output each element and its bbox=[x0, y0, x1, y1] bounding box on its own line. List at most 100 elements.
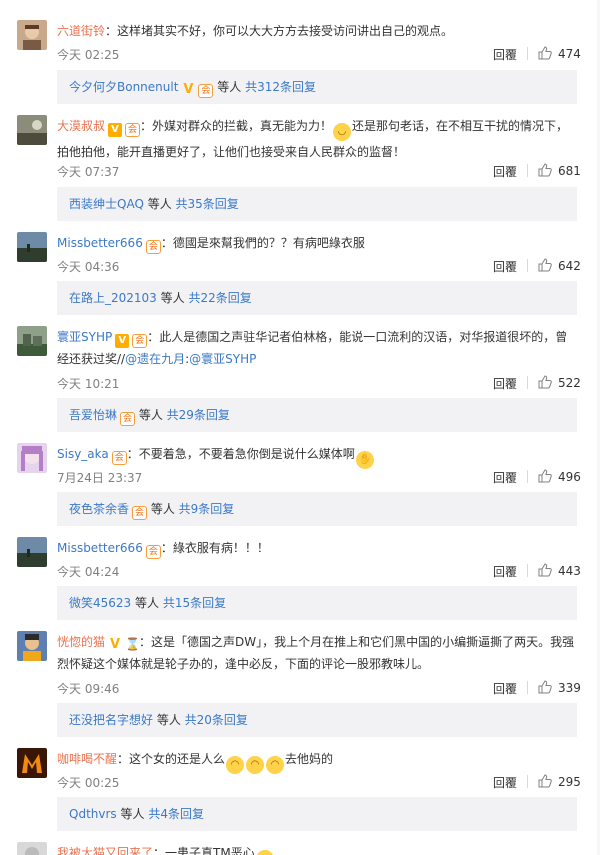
reply-button[interactable]: 回覆 bbox=[493, 46, 517, 63]
username-link[interactable]: 六道街铃 bbox=[57, 24, 105, 38]
like-button[interactable]: 642 bbox=[538, 258, 581, 273]
like-button[interactable]: 443 bbox=[538, 563, 581, 578]
avatar[interactable] bbox=[17, 326, 47, 356]
avatar[interactable] bbox=[17, 20, 47, 50]
username-link[interactable]: 寰亚SYHP bbox=[57, 330, 112, 344]
comment-text: 恍惚的猫 V ⌛：这是「德国之声DW」，我上个月在推上和它们黑中国的小编撕逼撕了两天… bbox=[57, 631, 575, 675]
reply-count-link[interactable]: 共22条回复 bbox=[188, 291, 251, 305]
comment-meta: 今天 02:25 回覆 474 bbox=[57, 46, 587, 64]
reply-button[interactable]: 回覆 bbox=[493, 774, 517, 791]
username-link[interactable]: 我被大猫又回来了 bbox=[57, 846, 153, 855]
divider bbox=[527, 775, 528, 788]
comment-text: 我被大猫又回来了：一患子真TM恶心◡ bbox=[57, 842, 575, 855]
like-button[interactable]: 339 bbox=[538, 680, 581, 695]
laugh-cry-emoji-icon: ◠ bbox=[266, 756, 285, 774]
username-link[interactable]: Missbetter666 bbox=[57, 236, 143, 250]
vip-icon: 会 bbox=[120, 412, 136, 426]
like-button[interactable]: 474 bbox=[538, 46, 581, 61]
reply-user-link[interactable]: 西装绅士QAQ bbox=[69, 197, 144, 211]
reply-user-link[interactable]: 微笑45623 bbox=[69, 596, 131, 610]
like-button[interactable]: 522 bbox=[538, 375, 581, 390]
comment-list: 六道街铃：这样堵其实不好，你可以大大方方去接受访问讲出自己的观点。 今天 02:… bbox=[0, 0, 600, 855]
comment-text: 大漠叔叔 V 会：外媒对群众的拦截，真无能为力！ ◡ 还是那句老话，在不相互干扰的情况下… bbox=[57, 115, 575, 163]
vip-icon: 会 bbox=[198, 84, 214, 98]
username-link[interactable]: Missbetter666 bbox=[57, 541, 143, 555]
avatar[interactable] bbox=[17, 537, 47, 567]
reply-count-link[interactable]: 共4条回复 bbox=[148, 807, 204, 821]
laugh-cry-emoji-icon: ◠ bbox=[246, 756, 265, 774]
reply-summary[interactable]: Qdthvrs 等人 共4条回复 bbox=[57, 797, 577, 831]
like-count: 295 bbox=[558, 775, 581, 789]
reply-count-link[interactable]: 共20条回复 bbox=[185, 713, 248, 727]
avatar[interactable] bbox=[17, 443, 47, 473]
reply-mid-text: 等人 bbox=[156, 291, 189, 305]
reply-button[interactable]: 回覆 bbox=[493, 375, 517, 392]
reply-user-link[interactable]: 还没把名字想好 bbox=[69, 713, 153, 727]
avatar[interactable] bbox=[17, 115, 47, 145]
comment-body: ：这个女的还是人么 bbox=[117, 752, 226, 766]
divider bbox=[527, 259, 528, 272]
comment-meta: 今天 09:46 回覆 339 bbox=[57, 680, 587, 698]
mention-link[interactable]: @寰亚SYHP bbox=[189, 352, 256, 366]
thumbs-up-icon bbox=[538, 258, 552, 272]
comment-body: ：外媒对群众的拦截，真无能为力！ bbox=[140, 119, 333, 133]
vip-icon: 会 bbox=[132, 334, 148, 348]
reply-button[interactable]: 回覆 bbox=[493, 258, 517, 275]
vip-icon: 会 bbox=[125, 123, 141, 137]
username-link[interactable]: Sisy_aka bbox=[57, 447, 109, 461]
mention-link[interactable]: @遗在九月 bbox=[125, 352, 185, 366]
reply-button[interactable]: 回覆 bbox=[493, 680, 517, 697]
reply-summary[interactable]: 西装绅士QAQ 等人 共35条回复 bbox=[57, 187, 577, 221]
reply-count-link[interactable]: 共312条回复 bbox=[245, 80, 316, 94]
timestamp: 今天 04:24 bbox=[57, 565, 120, 579]
reply-button[interactable]: 回覆 bbox=[493, 469, 517, 486]
reply-user-link[interactable]: Qdthvrs bbox=[69, 807, 117, 821]
reply-summary[interactable]: 夜色茶余香会 等人 共9条回复 bbox=[57, 492, 577, 526]
comment-text: Missbetter666 会：德國是來幫我們的？？有病吧綠衣服 bbox=[57, 232, 575, 254]
comment-meta: 7月24日 23:37 回覆 496 bbox=[57, 469, 587, 487]
username-link[interactable]: 恍惚的猫 bbox=[57, 635, 105, 649]
reply-mid-text: 等人 bbox=[135, 408, 167, 422]
reply-mid-text: 等人 bbox=[147, 502, 179, 516]
reply-count-link[interactable]: 共15条回复 bbox=[163, 596, 226, 610]
thumbs-up-icon bbox=[538, 163, 552, 177]
username-link[interactable]: 咖啡喝不醒 bbox=[57, 752, 117, 766]
reply-button[interactable]: 回覆 bbox=[493, 163, 517, 180]
avatar[interactable] bbox=[17, 631, 47, 661]
like-button[interactable]: 496 bbox=[538, 469, 581, 484]
reply-user-link[interactable]: 在路上_202103 bbox=[69, 291, 157, 305]
comment-meta: 今天 10:21 回覆 522 bbox=[57, 375, 587, 393]
username-link[interactable]: 大漠叔叔 bbox=[57, 119, 105, 133]
reply-summary[interactable]: 今夕何夕Bonnenult V 会 等人 共312条回复 bbox=[57, 70, 577, 104]
reply-summary[interactable]: 在路上_202103 等人 共22条回复 bbox=[57, 281, 577, 315]
comment-meta: 今天 04:36 回覆 642 bbox=[57, 258, 587, 276]
comment-body: ：不要着急，不要着急你倒是说什么媒体啊 bbox=[126, 447, 355, 461]
like-button[interactable]: 681 bbox=[538, 163, 581, 178]
divider bbox=[527, 470, 528, 483]
avatar[interactable] bbox=[17, 232, 47, 262]
thumbs-up-icon bbox=[538, 375, 552, 389]
avatar[interactable] bbox=[17, 748, 47, 778]
reply-summary[interactable]: 微笑45623 等人 共15条回复 bbox=[57, 586, 577, 620]
vip-icon: 会 bbox=[145, 545, 161, 559]
reply-user-link[interactable]: 夜色茶余香 bbox=[69, 502, 129, 516]
reply-count-link[interactable]: 共29条回复 bbox=[167, 408, 230, 422]
reply-button[interactable]: 回覆 bbox=[493, 563, 517, 580]
timestamp: 今天 09:46 bbox=[57, 682, 120, 696]
thumbs-up-icon bbox=[538, 563, 552, 577]
reply-user-link[interactable]: 今夕何夕Bonnenult bbox=[69, 80, 178, 94]
reply-count-link[interactable]: 共9条回复 bbox=[179, 502, 235, 516]
comment-body: ：这样堵其实不好，你可以大大方方去接受访问讲出自己的观点。 bbox=[105, 24, 454, 38]
reply-summary[interactable]: 还没把名字想好 等人 共20条回复 bbox=[57, 703, 577, 737]
reply-count-link[interactable]: 共35条回复 bbox=[176, 197, 239, 211]
comment-text: Missbetter666 会：綠衣服有病！！！ bbox=[57, 537, 575, 559]
verified-icon: V bbox=[183, 82, 194, 97]
reply-user-link[interactable]: 吾爱怡琳 bbox=[69, 408, 117, 422]
like-button[interactable]: 295 bbox=[538, 774, 581, 789]
comment-text: Sisy_aka 会：不要着急，不要着急你倒是说什么媒体啊 ✋ bbox=[57, 443, 575, 469]
avatar[interactable] bbox=[17, 842, 47, 855]
divider bbox=[527, 164, 528, 177]
reply-summary[interactable]: 吾爱怡琳会 等人 共29条回复 bbox=[57, 398, 577, 432]
timestamp: 今天 00:25 bbox=[57, 776, 120, 790]
timestamp: 今天 10:21 bbox=[57, 377, 120, 391]
